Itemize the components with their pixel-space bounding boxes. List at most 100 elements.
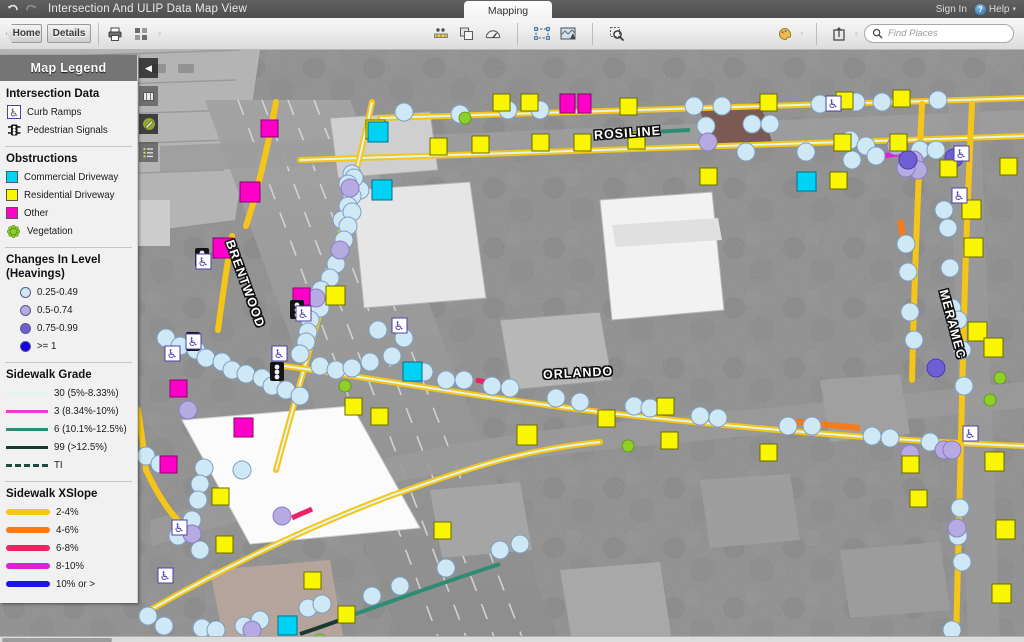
scrollbar-thumb[interactable] bbox=[2, 638, 112, 642]
sign-in-link[interactable]: Sign In bbox=[936, 4, 967, 15]
legend-collapse-button[interactable]: ◀ bbox=[139, 58, 158, 78]
legend-item-commercial-driveway: Commercial Driveway bbox=[6, 168, 131, 186]
legend-item-xslope-6-8: 6-8% bbox=[6, 539, 131, 557]
help-label: Help bbox=[988, 3, 1010, 15]
legend-item-other: Other bbox=[6, 204, 131, 222]
legend-item-label: 3 (8.34%-10%) bbox=[54, 405, 119, 417]
basemap-icon bbox=[143, 91, 154, 101]
application-window: Intersection And ULIP Data Map View Sign… bbox=[0, 0, 1024, 642]
list-legend-icon bbox=[143, 147, 153, 157]
legend-item-label: Curb Ramps bbox=[27, 106, 82, 118]
tab-mapping-label: Mapping bbox=[487, 4, 529, 17]
svg-text:♿: ♿ bbox=[965, 427, 976, 441]
traffic-signal-icon bbox=[6, 123, 21, 138]
svg-text:♿: ♿ bbox=[828, 97, 839, 111]
svg-text:♿: ♿ bbox=[9, 107, 19, 120]
legend-item-label: TI bbox=[54, 459, 63, 471]
layout-grid-icon[interactable] bbox=[132, 25, 150, 43]
bookmark-measure-icon[interactable] bbox=[432, 25, 450, 43]
legend-item-grade-6: 6 (10.1%-12.5%) bbox=[6, 420, 131, 438]
map-tool-rail: ◀ bbox=[139, 58, 158, 164]
svg-text:♿: ♿ bbox=[298, 307, 309, 321]
legend-item-heaving-025: 0.25-0.49 bbox=[6, 283, 131, 301]
svg-text:♿: ♿ bbox=[188, 335, 199, 349]
residential-driveway-swatch bbox=[6, 189, 18, 201]
identify-map-icon[interactable] bbox=[559, 25, 577, 43]
legend-item-label: >= 1 bbox=[37, 340, 57, 352]
home-label: Home bbox=[12, 28, 41, 39]
search-placeholder: Find Places bbox=[888, 28, 938, 39]
grade-swatch-30 bbox=[6, 391, 48, 395]
pencil-edit-icon bbox=[142, 118, 155, 130]
legend-item-label: 0.25-0.49 bbox=[37, 286, 78, 298]
svg-text:♿: ♿ bbox=[954, 189, 965, 203]
legend-item-label: 0.5-0.74 bbox=[37, 304, 73, 316]
legend-section-title: Changes In Level (Heavings) bbox=[6, 254, 101, 280]
zoom-search-icon[interactable] bbox=[608, 25, 626, 43]
toolbar-divider-3 bbox=[591, 22, 593, 45]
home-button[interactable]: Home bbox=[6, 24, 42, 43]
legend-section-title: Intersection Data bbox=[6, 88, 100, 100]
legend-item-label: 8-10% bbox=[56, 560, 85, 572]
legend-section-changes-in-level: Changes In Level (Heavings) 0.25-0.49 0.… bbox=[0, 251, 137, 359]
xslope-swatch-4-6 bbox=[6, 527, 50, 533]
vegetation-icon bbox=[6, 224, 21, 239]
legend-item-heaving-ge1: >= 1 bbox=[6, 337, 131, 355]
layout-chevron-down-icon[interactable]: ▾ bbox=[158, 30, 162, 38]
xslope-swatch-2-4 bbox=[6, 509, 50, 515]
xslope-swatch-10-plus bbox=[6, 581, 50, 587]
legend-item-label: 6 (10.1%-12.5%) bbox=[54, 423, 127, 435]
legend-item-label: Pedestrian Signals bbox=[27, 124, 108, 136]
printer-icon[interactable] bbox=[106, 25, 124, 43]
heaving-swatch-blue bbox=[20, 340, 31, 352]
svg-text:♿: ♿ bbox=[198, 255, 209, 269]
legend-item-xslope-2-4: 2-4% bbox=[6, 503, 131, 521]
share-export-icon[interactable] bbox=[830, 25, 848, 43]
legend-header: Map Legend bbox=[0, 55, 137, 81]
legend-item-curb-ramps: ♿ Curb Ramps bbox=[6, 103, 131, 121]
gauge-measure-icon[interactable] bbox=[484, 25, 502, 43]
horizontal-scrollbar[interactable] bbox=[0, 636, 1024, 642]
window-title: Intersection And ULIP Data Map View bbox=[48, 3, 247, 15]
legend-item-label: 4-6% bbox=[56, 524, 79, 536]
basemap-gallery-tool[interactable] bbox=[139, 86, 158, 106]
legend-item-heaving-05: 0.5-0.74 bbox=[6, 301, 131, 319]
legend-item-label: Residential Driveway bbox=[24, 189, 115, 201]
grade-swatch-3 bbox=[6, 409, 48, 413]
copy-layers-icon[interactable] bbox=[458, 25, 476, 43]
help-circle-icon: ? bbox=[974, 3, 986, 15]
share-chevron-down-icon[interactable]: ▾ bbox=[854, 30, 858, 38]
legend-section-sidewalk-xslope: Sidewalk XSlope 2-4% 4-6% 6-8% 8-10% 10%… bbox=[0, 485, 137, 597]
legend-item-label: Vegetation bbox=[27, 225, 73, 237]
chevron-left-icon: ◀ bbox=[145, 62, 152, 73]
legend-divider bbox=[5, 247, 132, 248]
palette-icon[interactable] bbox=[776, 25, 794, 43]
svg-text:♿: ♿ bbox=[174, 521, 185, 535]
legend-item-label: 6-8% bbox=[56, 542, 79, 554]
legend-list-tool[interactable] bbox=[139, 142, 158, 162]
legend-section-title: Sidewalk XSlope bbox=[6, 488, 98, 500]
help-menu[interactable]: ? Help ▾ bbox=[974, 3, 1016, 15]
edit-tool[interactable] bbox=[139, 114, 158, 134]
grade-swatch-99 bbox=[6, 445, 48, 449]
details-button[interactable]: Details bbox=[47, 24, 91, 43]
toolbar: Home Details ▾ ▾ ▾ Find Places bbox=[0, 18, 1024, 50]
legend-item-label: Commercial Driveway bbox=[24, 171, 119, 183]
select-rectangle-icon[interactable] bbox=[533, 25, 551, 43]
search-input[interactable]: Find Places bbox=[864, 24, 1014, 43]
palette-chevron-down-icon[interactable]: ▾ bbox=[800, 30, 804, 38]
grade-swatch-ti bbox=[6, 463, 48, 467]
legend-divider bbox=[5, 481, 132, 482]
toolbar-divider bbox=[98, 22, 99, 45]
legend-item-grade-ti: TI bbox=[6, 456, 131, 474]
heaving-swatch-light bbox=[20, 286, 31, 298]
svg-text:♿: ♿ bbox=[167, 347, 178, 361]
redo-icon[interactable] bbox=[24, 2, 38, 16]
undo-icon[interactable] bbox=[6, 2, 20, 16]
heaving-swatch-dark bbox=[20, 322, 31, 334]
svg-text:♿: ♿ bbox=[274, 347, 285, 361]
legend-item-label: 0.75-0.99 bbox=[37, 322, 78, 334]
map-legend-panel: Map Legend Intersection Data ♿ Curb Ramp… bbox=[0, 55, 138, 603]
xslope-swatch-6-8 bbox=[6, 545, 50, 551]
xslope-swatch-8-10 bbox=[6, 563, 50, 569]
